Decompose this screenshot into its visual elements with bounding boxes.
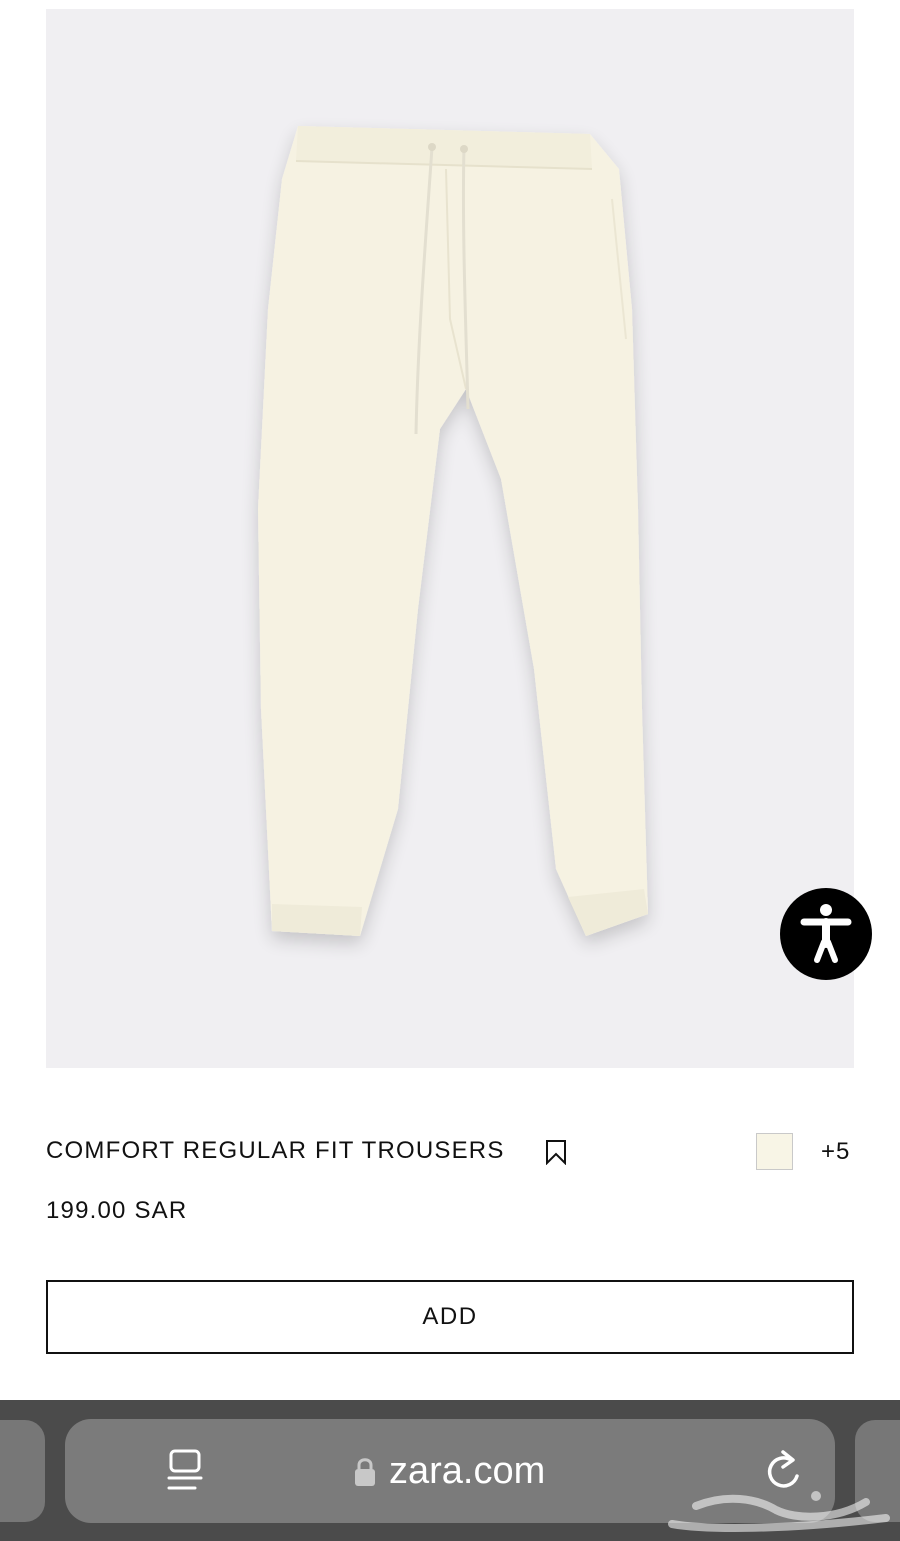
product-price: 199.00 SAR xyxy=(46,1197,188,1224)
trousers-photo xyxy=(258,126,648,936)
product-title: COMFORT REGULAR FIT TROUSERS xyxy=(46,1137,505,1164)
accessibility-button[interactable] xyxy=(780,888,872,980)
more-colors-count[interactable]: +5 xyxy=(821,1138,850,1166)
previous-tab[interactable] xyxy=(0,1420,45,1522)
color-swatch-selected[interactable] xyxy=(756,1133,793,1170)
product-image[interactable] xyxy=(46,9,854,1068)
add-to-bag-button[interactable]: ADD xyxy=(46,1280,854,1354)
lock-icon xyxy=(355,1458,375,1486)
accessibility-icon xyxy=(800,904,852,963)
bookmark-icon[interactable] xyxy=(544,1139,568,1165)
page-menu-icon[interactable] xyxy=(165,1447,205,1493)
haraj-watermark xyxy=(668,1491,890,1532)
url-text[interactable]: zara.com xyxy=(389,1449,545,1493)
